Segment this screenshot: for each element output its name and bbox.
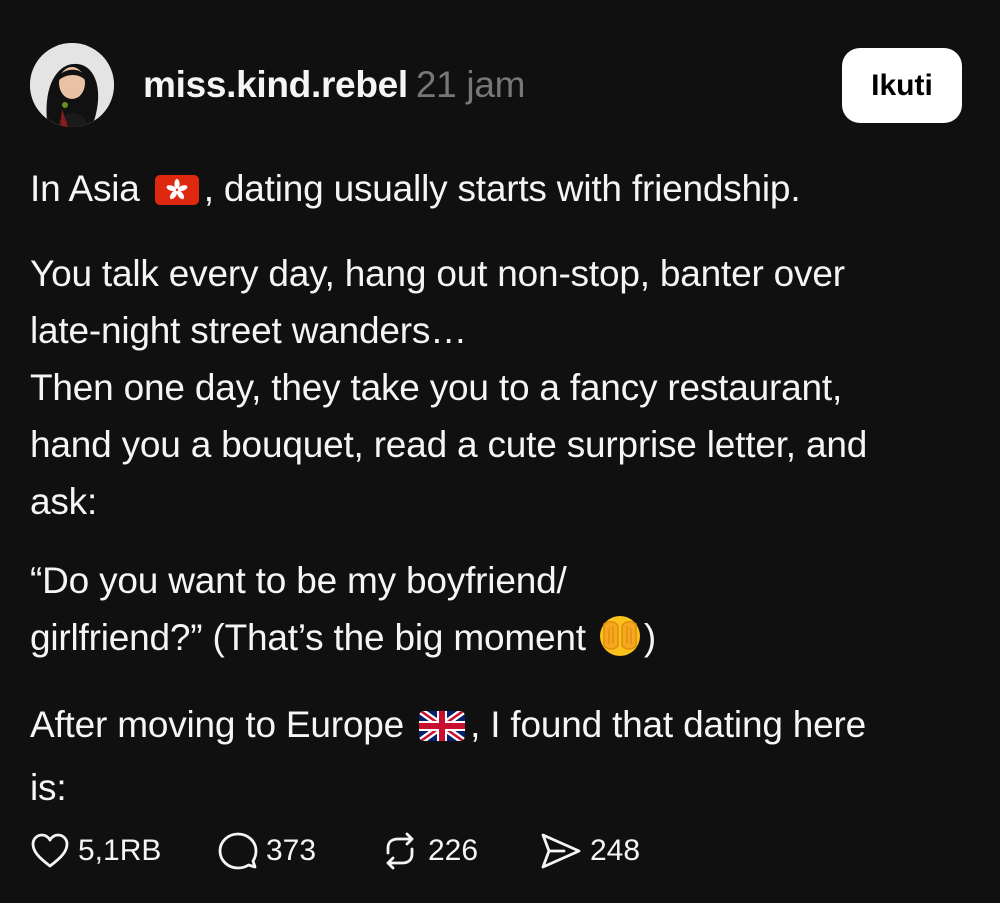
profile-photo xyxy=(30,43,114,127)
text-segment: ) xyxy=(643,617,656,658)
timestamp: 21 jam xyxy=(415,64,526,105)
share-icon xyxy=(540,831,582,871)
thread-post: miss.kind.rebel 21 jam Ikuti In Asia , da… xyxy=(0,0,1000,903)
text-line: You talk every day, hang out non-stop, b… xyxy=(30,253,845,294)
uk-flag-icon xyxy=(418,702,466,759)
text-segment: , dating usually starts with friendship. xyxy=(203,168,801,209)
paragraph: In Asia , dating usually starts with fri… xyxy=(30,160,970,223)
action-bar: 5,1RB 373 226 248 xyxy=(30,828,640,874)
text-line: In Asia , dating usually starts with fri… xyxy=(30,160,970,223)
share-button[interactable]: 248 xyxy=(540,831,640,871)
text-line: After moving to Europe , I found that da… xyxy=(30,696,970,759)
text-line: girlfriend?” (That’s the big moment ) xyxy=(30,609,970,674)
text-line: late-night street wanders… xyxy=(30,310,467,351)
text-line: ask: xyxy=(30,481,98,522)
text-line: is: xyxy=(30,767,67,808)
repost-count: 226 xyxy=(428,834,479,867)
repost-button[interactable]: 226 xyxy=(380,831,540,871)
hong-kong-flag-icon xyxy=(154,166,200,223)
username-link[interactable]: miss.kind.rebel xyxy=(143,64,408,105)
text-segment: After moving to Europe xyxy=(30,704,415,745)
like-count: 5,1RB xyxy=(78,834,162,867)
reply-button[interactable]: 373 xyxy=(218,831,380,871)
paragraph: You talk every day, hang out non-stop, b… xyxy=(30,245,970,530)
reply-count: 373 xyxy=(266,834,317,867)
text-line: hand you a bouquet, read a cute surprise… xyxy=(30,424,868,465)
text-segment: In Asia xyxy=(30,168,150,209)
text-segment: girlfriend?” (That’s the big moment xyxy=(30,617,596,658)
text-line: “Do you want to be my boyfriend/ xyxy=(30,560,567,601)
repost-icon xyxy=(380,831,420,871)
text-segment: , I found that dating here xyxy=(470,704,867,745)
face-with-peeking-eye-icon xyxy=(598,614,642,674)
post-header: miss.kind.rebel 21 jam xyxy=(143,64,525,106)
heart-icon xyxy=(30,833,70,869)
like-button[interactable]: 5,1RB xyxy=(30,833,218,869)
paragraph: “Do you want to be my boyfriend/ girlfri… xyxy=(30,552,970,674)
follow-button[interactable]: Ikuti xyxy=(842,48,962,123)
post-body: In Asia , dating usually starts with fri… xyxy=(30,160,970,816)
avatar[interactable] xyxy=(30,43,114,127)
text-line: Then one day, they take you to a fancy r… xyxy=(30,367,843,408)
share-count: 248 xyxy=(590,834,641,867)
paragraph: After moving to Europe , I found that da… xyxy=(30,696,970,816)
comment-icon xyxy=(218,831,258,871)
